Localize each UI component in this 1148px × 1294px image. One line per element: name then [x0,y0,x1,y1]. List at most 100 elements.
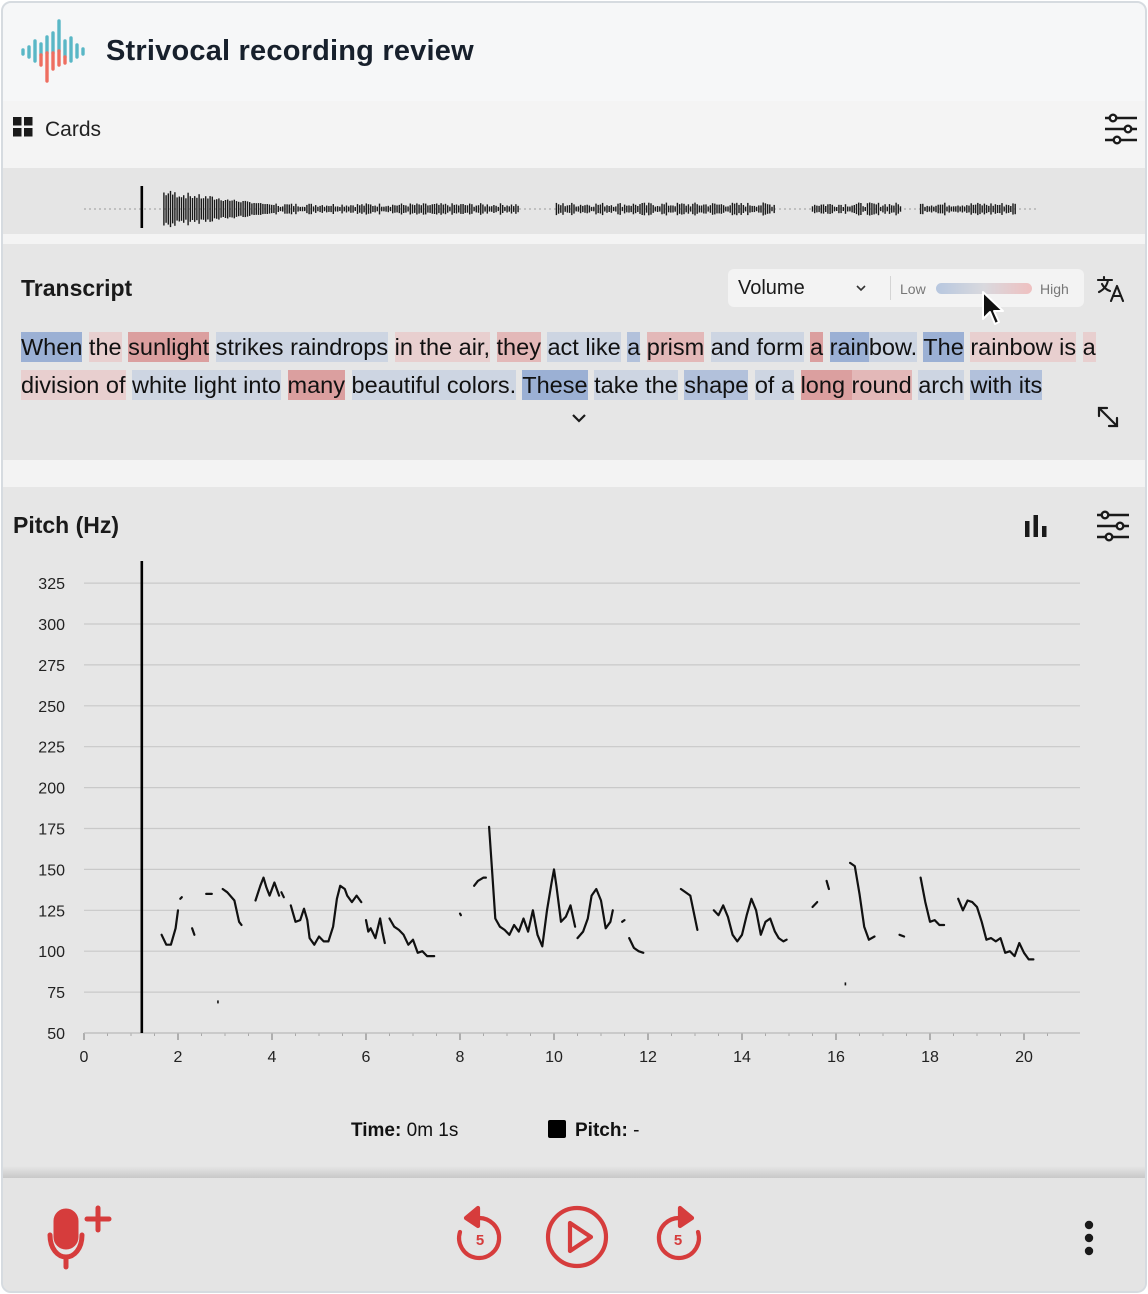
word-gap [209,332,216,362]
expand-diagonal-icon[interactable] [1095,404,1121,430]
transcript-word[interactable]: its [1018,370,1043,400]
transcript-word[interactable]: white [132,370,187,400]
word-gap [1012,370,1019,400]
pitch-line-segment [919,876,946,927]
metric-select[interactable]: Volume [728,269,888,307]
transcript-word[interactable]: rainbow [970,332,1053,362]
waveform-strip[interactable] [3,168,1147,234]
play-button-icon[interactable] [544,1204,610,1270]
transcript-word[interactable]: the [419,332,453,362]
transcript-word[interactable]: shape [684,370,749,400]
transcript-word[interactable]: the [88,332,122,362]
transcript-word[interactable]: act [547,332,579,362]
transcript-word[interactable]: in [394,332,413,362]
transcript-word[interactable]: raindrops [290,332,389,362]
x-tick-label: 2 [174,1049,183,1066]
transcript-word[interactable]: like [585,332,621,362]
transcript-word[interactable]: many [287,370,345,400]
translate-icon[interactable] [1097,276,1125,302]
pitch-line-segment [364,917,386,945]
divider [3,1166,1145,1178]
transcript-word[interactable]: they [496,332,541,362]
transcript-word[interactable]: strikes [215,332,284,362]
transcript-word[interactable]: When [21,332,83,362]
transcript-word[interactable]: light [193,370,237,400]
add-recording-mic-icon[interactable] [46,1205,114,1271]
x-tick-label: 16 [827,1049,845,1066]
more-options-icon[interactable] [1077,1218,1101,1258]
transcript-word[interactable]: beautiful [351,370,441,400]
y-tick-label: 225 [38,740,65,757]
transcript-word[interactable]: a [1082,332,1096,362]
word-gap [452,332,459,362]
x-tick-label: 8 [456,1049,465,1066]
playback-bar: 5 5 [3,1178,1145,1291]
transcript-word[interactable]: These [522,370,588,400]
word-gap [748,370,755,400]
metric-control: Volume Low High [728,269,1084,307]
word-gap [749,332,757,362]
time-value: 0m 1s [406,1120,459,1141]
transcript-word[interactable]: of [754,370,775,400]
word-gap [490,332,497,362]
y-tick-label: 325 [38,576,65,593]
bar-chart-icon[interactable] [1022,513,1050,539]
svg-text:5: 5 [674,1232,682,1249]
transcript-word[interactable]: arch [918,370,964,400]
y-tick-label: 175 [38,822,65,839]
transcript-word[interactable]: long [800,370,846,400]
transcript-word[interactable]: a [780,370,795,400]
transcript-word[interactable]: form [756,332,804,362]
expand-chevron-icon[interactable] [570,411,588,425]
x-tick-label: 10 [545,1049,563,1066]
toolbar: Cards [3,101,1145,168]
y-tick-label: 250 [38,699,65,716]
time-readout: Time: 0m 1s [351,1120,458,1142]
sliders-icon[interactable] [1103,111,1139,147]
y-tick-label: 75 [47,985,65,1002]
transcript-word[interactable]: bow. [868,332,918,362]
transcript-body[interactable]: When the sunlight strikes raindrops in t… [21,328,1131,404]
transcript-word[interactable]: a [810,332,824,362]
transcript-word[interactable]: air, [458,332,490,362]
transcript-word[interactable]: with [970,370,1013,400]
sliders-icon[interactable] [1095,509,1131,543]
transcript-word[interactable]: of [105,370,126,400]
pitch-value: - [633,1120,640,1141]
pitch-title: Pitch (Hz) [13,512,120,538]
y-tick-label: 150 [38,862,65,879]
transcript-word[interactable]: prism [646,332,705,362]
transcript-word[interactable]: colors. [446,370,517,400]
rewind-5-icon[interactable]: 5 [450,1204,508,1266]
transcript-word[interactable]: the [645,370,678,400]
forward-5-icon[interactable]: 5 [650,1204,708,1266]
transcript-word[interactable]: is [1059,332,1077,362]
pitch-card: Pitch (Hz) 50 75 100 125 150 175 200 225 250 275 3… [3,487,1145,1173]
view-mode-label[interactable]: Cards [45,118,101,142]
transcript-word[interactable]: a [627,332,641,362]
legend-low-label: Low [900,281,926,297]
word-gap [794,370,801,400]
pitch-line-segment [576,887,614,940]
pitch-chart[interactable]: 50 75 100 125 150 175 200 225 250 275 300 325 0 2 4 6 8 1… [3,547,1147,1087]
pitch-line-segment [458,912,462,917]
transcript-word[interactable]: The [923,332,964,362]
transcript-word[interactable]: round [851,370,912,400]
y-tick-label: 300 [38,617,65,634]
transcript-word[interactable]: division [21,370,100,400]
transcript-word[interactable]: rain [829,332,869,362]
waveform-overview[interactable] [3,168,1145,234]
transcript-word[interactable]: and [710,332,750,362]
grid-icon[interactable] [13,117,33,137]
pitch-line-segment [388,917,436,958]
app-logo [21,19,85,83]
x-tick-label: 4 [268,1049,277,1066]
pitch-line-segment [488,825,577,948]
pitch-line-segment [221,887,243,927]
svg-text:5: 5 [476,1232,484,1249]
transcript-word[interactable]: take [594,370,639,400]
transcript-word[interactable]: into [243,370,281,400]
word-gap [845,370,852,400]
transcript-word[interactable]: sunlight [128,332,210,362]
app-title: Strivocal recording review [106,35,474,67]
